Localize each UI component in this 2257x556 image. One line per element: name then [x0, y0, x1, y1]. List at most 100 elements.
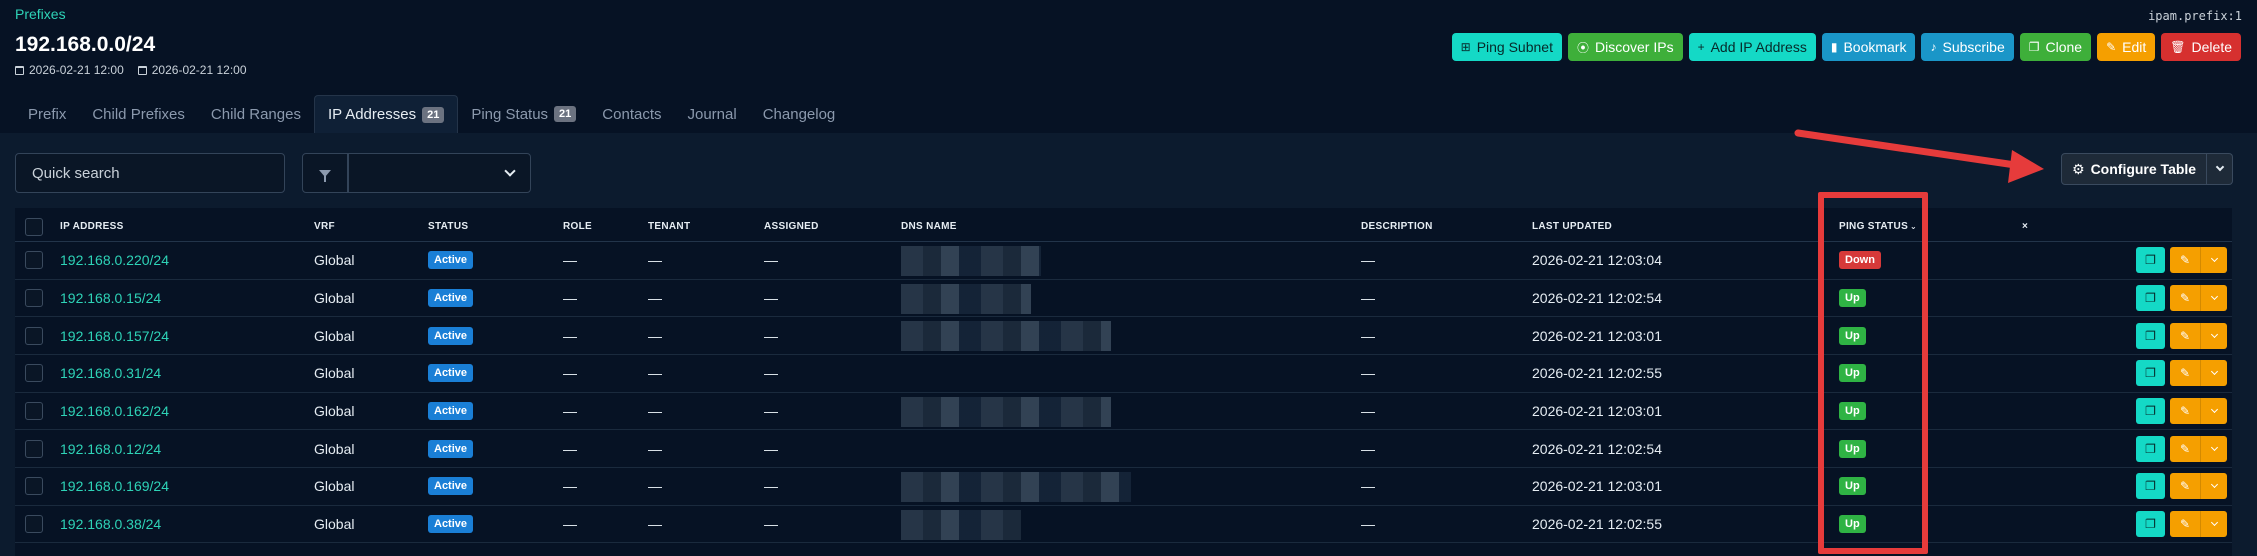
clone-button[interactable]: ❐ Clone [2019, 33, 2092, 61]
col-last-updated[interactable]: LAST UPDATED [1532, 208, 1612, 241]
delete-button[interactable]: 🗑 Delete [2161, 33, 2241, 61]
table-row: 192.168.0.12/24 Global Active — — — — 2026-02-2… [15, 431, 2232, 469]
copy-button[interactable]: ❐ [2136, 435, 2165, 462]
copy-button[interactable]: ❐ [2136, 511, 2165, 538]
row-checkbox[interactable] [25, 364, 43, 383]
row-edit-dropdown[interactable] [2200, 511, 2227, 538]
tab-contacts[interactable]: Contacts [589, 95, 674, 133]
chevron-down-icon [2210, 330, 2218, 338]
col-ip-address[interactable]: IP ADDRESS [60, 208, 124, 241]
filter-select[interactable] [348, 153, 531, 193]
bookmark-button[interactable]: ▮ Bookmark [1821, 33, 1916, 61]
ping-status-badge: Down [1839, 251, 1881, 270]
row-checkbox[interactable] [25, 251, 43, 270]
row-edit-button[interactable]: ✎ [2170, 398, 2200, 425]
edit-button[interactable]: ✎ Edit [2097, 33, 2156, 61]
row-edit-dropdown[interactable] [2200, 247, 2227, 274]
tab-ip-addresses[interactable]: IP Addresses 21 [313, 95, 459, 133]
status-cell: Active [428, 393, 474, 430]
timestamps: 2026-02-21 12:00 2026-02-21 12:00 [15, 63, 247, 77]
row-edit-dropdown[interactable] [2200, 398, 2227, 425]
col-tenant[interactable]: TENANT [648, 208, 690, 241]
row-actions: ❐ ✎ [2136, 468, 2227, 505]
ping-status-cell: Up [1839, 317, 1866, 354]
copy-icon: ❐ [2145, 517, 2156, 532]
table-row: 192.168.0.38/24 Global Active — — — — 2026-02-2… [15, 506, 2232, 544]
row-select-cell [25, 393, 43, 430]
copy-button[interactable]: ❐ [2136, 398, 2165, 425]
tab-changelog[interactable]: Changelog [750, 95, 849, 133]
ip-address-link[interactable]: 192.168.0.162/24 [60, 393, 169, 430]
tab-child-ranges[interactable]: Child Ranges [198, 95, 314, 133]
row-edit-dropdown[interactable] [2200, 360, 2227, 387]
copy-icon: ❐ [2145, 441, 2156, 456]
tab-prefix[interactable]: Prefix [15, 95, 79, 133]
vrf-cell: Global [314, 327, 355, 344]
add-ip-button[interactable]: + Add IP Address [1688, 33, 1816, 61]
ping-status-badge: Up [1839, 515, 1866, 534]
ip-address-link[interactable]: 192.168.0.157/24 [60, 317, 169, 354]
col-vrf[interactable]: VRF [314, 208, 335, 241]
clear-ordering-icon[interactable]: × [2022, 208, 2028, 241]
tenant-cell: — [648, 516, 662, 533]
ip-address-link[interactable]: 192.168.0.38/24 [60, 506, 161, 543]
row-checkbox[interactable] [25, 402, 43, 421]
tab-ping-status[interactable]: Ping Status 21 [458, 95, 589, 133]
tab-label: Ping Status [471, 105, 549, 123]
row-edit-button[interactable]: ✎ [2170, 435, 2200, 462]
col-description[interactable]: DESCRIPTION [1361, 208, 1433, 241]
ip-address-link[interactable]: 192.168.0.220/24 [60, 242, 169, 279]
row-edit-button[interactable]: ✎ [2170, 360, 2200, 387]
dns-name-redacted [901, 396, 1111, 427]
vrf-cell: Global [314, 516, 355, 533]
row-edit-button[interactable]: ✎ [2170, 247, 2200, 274]
row-edit-button[interactable]: ✎ [2170, 473, 2200, 500]
row-checkbox[interactable] [25, 439, 43, 458]
discover-ips-button[interactable]: ⦿ Discover IPs [1567, 33, 1683, 61]
ip-address-link[interactable]: 192.168.0.15/24 [60, 280, 161, 317]
copy-button[interactable]: ❐ [2136, 322, 2165, 349]
row-edit-dropdown[interactable] [2200, 473, 2227, 500]
chevron-down-icon [2210, 519, 2218, 527]
col-dns-name[interactable]: DNS NAME [901, 208, 957, 241]
ping-subnet-button[interactable]: ⊞ Ping Subnet [1451, 33, 1562, 61]
row-edit-button[interactable]: ✎ [2170, 284, 2200, 311]
copy-button[interactable]: ❐ [2136, 473, 2165, 500]
copy-button[interactable]: ❐ [2136, 284, 2165, 311]
row-edit-button[interactable]: ✎ [2170, 511, 2200, 538]
col-ping-status[interactable]: PING STATUS ⌄ [1839, 208, 1917, 241]
ping-status-badge: Up [1839, 439, 1866, 458]
row-checkbox[interactable] [25, 326, 43, 345]
row-checkbox[interactable] [25, 288, 43, 307]
col-assigned[interactable]: ASSIGNED [764, 208, 819, 241]
row-edit-dropdown[interactable] [2200, 322, 2227, 349]
row-edit-dropdown[interactable] [2200, 284, 2227, 311]
ip-address-link[interactable]: 192.168.0.31/24 [60, 355, 161, 392]
edit-split-button: ✎ [2170, 511, 2227, 538]
row-checkbox[interactable] [25, 515, 43, 534]
copy-button[interactable]: ❐ [2136, 247, 2165, 274]
configure-table-button[interactable]: ⚙ Configure Table [2061, 153, 2208, 185]
col-role[interactable]: ROLE [563, 208, 592, 241]
pencil-icon: ✎ [2106, 40, 2117, 54]
select-all-checkbox[interactable] [25, 217, 43, 236]
calendar-icon [137, 65, 147, 75]
ip-address-link[interactable]: 192.168.0.12/24 [60, 431, 161, 468]
tab-journal[interactable]: Journal [675, 95, 750, 133]
tab-child-prefixes[interactable]: Child Prefixes [79, 95, 198, 133]
pencil-icon: ✎ [2179, 441, 2191, 456]
row-actions: ❐ ✎ [2136, 280, 2227, 317]
row-edit-button[interactable]: ✎ [2170, 322, 2200, 349]
ip-address-link[interactable]: 192.168.0.169/24 [60, 468, 169, 505]
pencil-icon: ✎ [2179, 253, 2191, 268]
row-checkbox[interactable] [25, 477, 43, 496]
subscribe-button[interactable]: ♪ Subscribe [1921, 33, 2014, 61]
breadcrumb[interactable]: Prefixes [15, 6, 66, 22]
copy-button[interactable]: ❐ [2136, 360, 2165, 387]
configure-table-dropdown[interactable] [2207, 153, 2234, 185]
row-edit-dropdown[interactable] [2200, 435, 2227, 462]
search-input[interactable]: Quick search [15, 153, 285, 193]
filter-button[interactable] [302, 153, 348, 193]
col-status[interactable]: STATUS [428, 208, 468, 241]
copy-icon: ❐ [2145, 253, 2156, 268]
